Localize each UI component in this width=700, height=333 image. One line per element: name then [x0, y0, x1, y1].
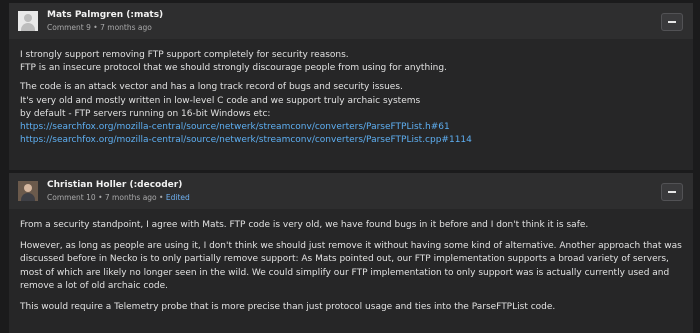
searchfox-link-source[interactable]: https://searchfox.org/mozilla-central/so…: [20, 134, 685, 147]
text-line: discussed before in Necko is to only par…: [20, 254, 669, 265]
text-line: by default - FTP servers running on 16-b…: [20, 108, 271, 119]
text-line: However, as long as people are using it,…: [20, 240, 682, 251]
searchfox-link-header[interactable]: https://searchfox.org/mozilla-central/so…: [20, 121, 685, 134]
text-line: I strongly support removing FTP support …: [20, 50, 349, 60]
paragraph: This would require a Telemetry probe tha…: [20, 301, 685, 315]
user-avatar-icon[interactable]: [18, 11, 38, 31]
meta-separator: •: [98, 193, 103, 202]
comment-body: I strongly support removing FTP support …: [20, 49, 685, 153]
paragraph: I strongly support removing FTP support …: [20, 49, 685, 75]
text-line: This would require a Telemetry probe tha…: [20, 301, 556, 312]
meta-separator: •: [93, 23, 98, 32]
text-line: The code is an attack vector and has a l…: [20, 82, 403, 93]
comment-header: Mats Palmgren (:mats) Comment 9 • 7 mont…: [9, 3, 693, 39]
paragraph: The code is an attack vector and has a l…: [20, 81, 685, 147]
comment-time[interactable]: 7 months ago: [105, 193, 157, 202]
comment-meta: Comment 10 • 7 months ago • Edited: [47, 193, 190, 202]
comment-time[interactable]: 7 months ago: [100, 23, 152, 32]
meta-separator: •: [159, 193, 164, 202]
paragraph: From a security standpoint, I agree with…: [20, 219, 685, 233]
edited-link[interactable]: Edited: [166, 193, 190, 202]
text-line: It's very old and mostly written in low-…: [20, 95, 421, 106]
text-line: most of which are likely no longer seen …: [20, 267, 670, 278]
paragraph: However, as long as people are using it,…: [20, 240, 685, 294]
comment-header: Christian Holler (:decoder) Comment 10 •…: [9, 173, 693, 209]
comment-meta: Comment 9 • 7 months ago: [47, 23, 152, 32]
comment-number[interactable]: Comment 9: [47, 23, 91, 32]
comment-10: Christian Holler (:decoder) Comment 10 •…: [9, 173, 693, 333]
text-line: From a security standpoint, I agree with…: [20, 220, 589, 230]
text-line: FTP is an insecure protocol that we shou…: [20, 63, 447, 74]
text-line: remove a lot of old archaic code.: [20, 281, 168, 292]
comment-9: Mats Palmgren (:mats) Comment 9 • 7 mont…: [9, 3, 693, 170]
user-avatar-icon[interactable]: [18, 181, 38, 201]
comment-author[interactable]: Christian Holler (:decoder): [47, 180, 182, 190]
comment-body: From a security standpoint, I agree with…: [20, 219, 685, 322]
comment-number[interactable]: Comment 10: [47, 193, 96, 202]
comment-author[interactable]: Mats Palmgren (:mats): [47, 10, 163, 20]
collapse-button[interactable]: [661, 183, 683, 201]
collapse-button[interactable]: [661, 13, 683, 31]
